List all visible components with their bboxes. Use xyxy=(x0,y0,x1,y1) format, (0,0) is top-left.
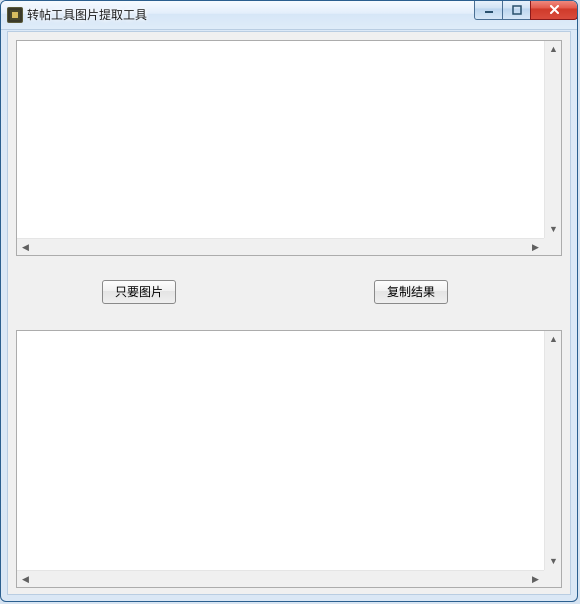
output-vertical-scrollbar[interactable]: ▲ ▼ xyxy=(544,331,561,570)
input-panel: ▲ ▼ ◀ ▶ xyxy=(16,40,562,256)
button-row: 只要图片 复制结果 xyxy=(16,264,562,320)
extract-images-button[interactable]: 只要图片 xyxy=(102,280,176,304)
scroll-down-icon[interactable]: ▼ xyxy=(545,221,562,238)
scroll-left-icon[interactable]: ◀ xyxy=(17,239,34,256)
scroll-up-icon[interactable]: ▲ xyxy=(545,41,562,58)
window-controls xyxy=(475,0,578,20)
scroll-left-icon[interactable]: ◀ xyxy=(17,571,34,588)
scroll-corner xyxy=(544,570,561,587)
app-icon xyxy=(7,7,23,23)
minimize-button[interactable] xyxy=(474,0,503,20)
maximize-button[interactable] xyxy=(502,0,531,20)
window-title: 转帖工具图片提取工具 xyxy=(27,1,147,29)
input-textarea[interactable] xyxy=(17,41,544,238)
output-horizontal-scrollbar[interactable]: ◀ ▶ xyxy=(17,570,544,587)
copy-result-button[interactable]: 复制结果 xyxy=(374,280,448,304)
client-area: ▲ ▼ ◀ ▶ 只要图片 复制结果 ▲ ▼ ◀ ▶ xyxy=(7,31,571,595)
scroll-up-icon[interactable]: ▲ xyxy=(545,331,562,348)
input-horizontal-scrollbar[interactable]: ◀ ▶ xyxy=(17,238,544,255)
output-textarea[interactable] xyxy=(17,331,544,570)
scroll-corner xyxy=(544,238,561,255)
scroll-down-icon[interactable]: ▼ xyxy=(545,553,562,570)
close-button[interactable] xyxy=(530,0,578,20)
titlebar[interactable]: 转帖工具图片提取工具 xyxy=(1,1,577,30)
output-panel: ▲ ▼ ◀ ▶ xyxy=(16,330,562,588)
scroll-right-icon[interactable]: ▶ xyxy=(527,571,544,588)
app-window: 转帖工具图片提取工具 ▲ ▼ xyxy=(0,0,578,602)
input-vertical-scrollbar[interactable]: ▲ ▼ xyxy=(544,41,561,238)
scroll-right-icon[interactable]: ▶ xyxy=(527,239,544,256)
